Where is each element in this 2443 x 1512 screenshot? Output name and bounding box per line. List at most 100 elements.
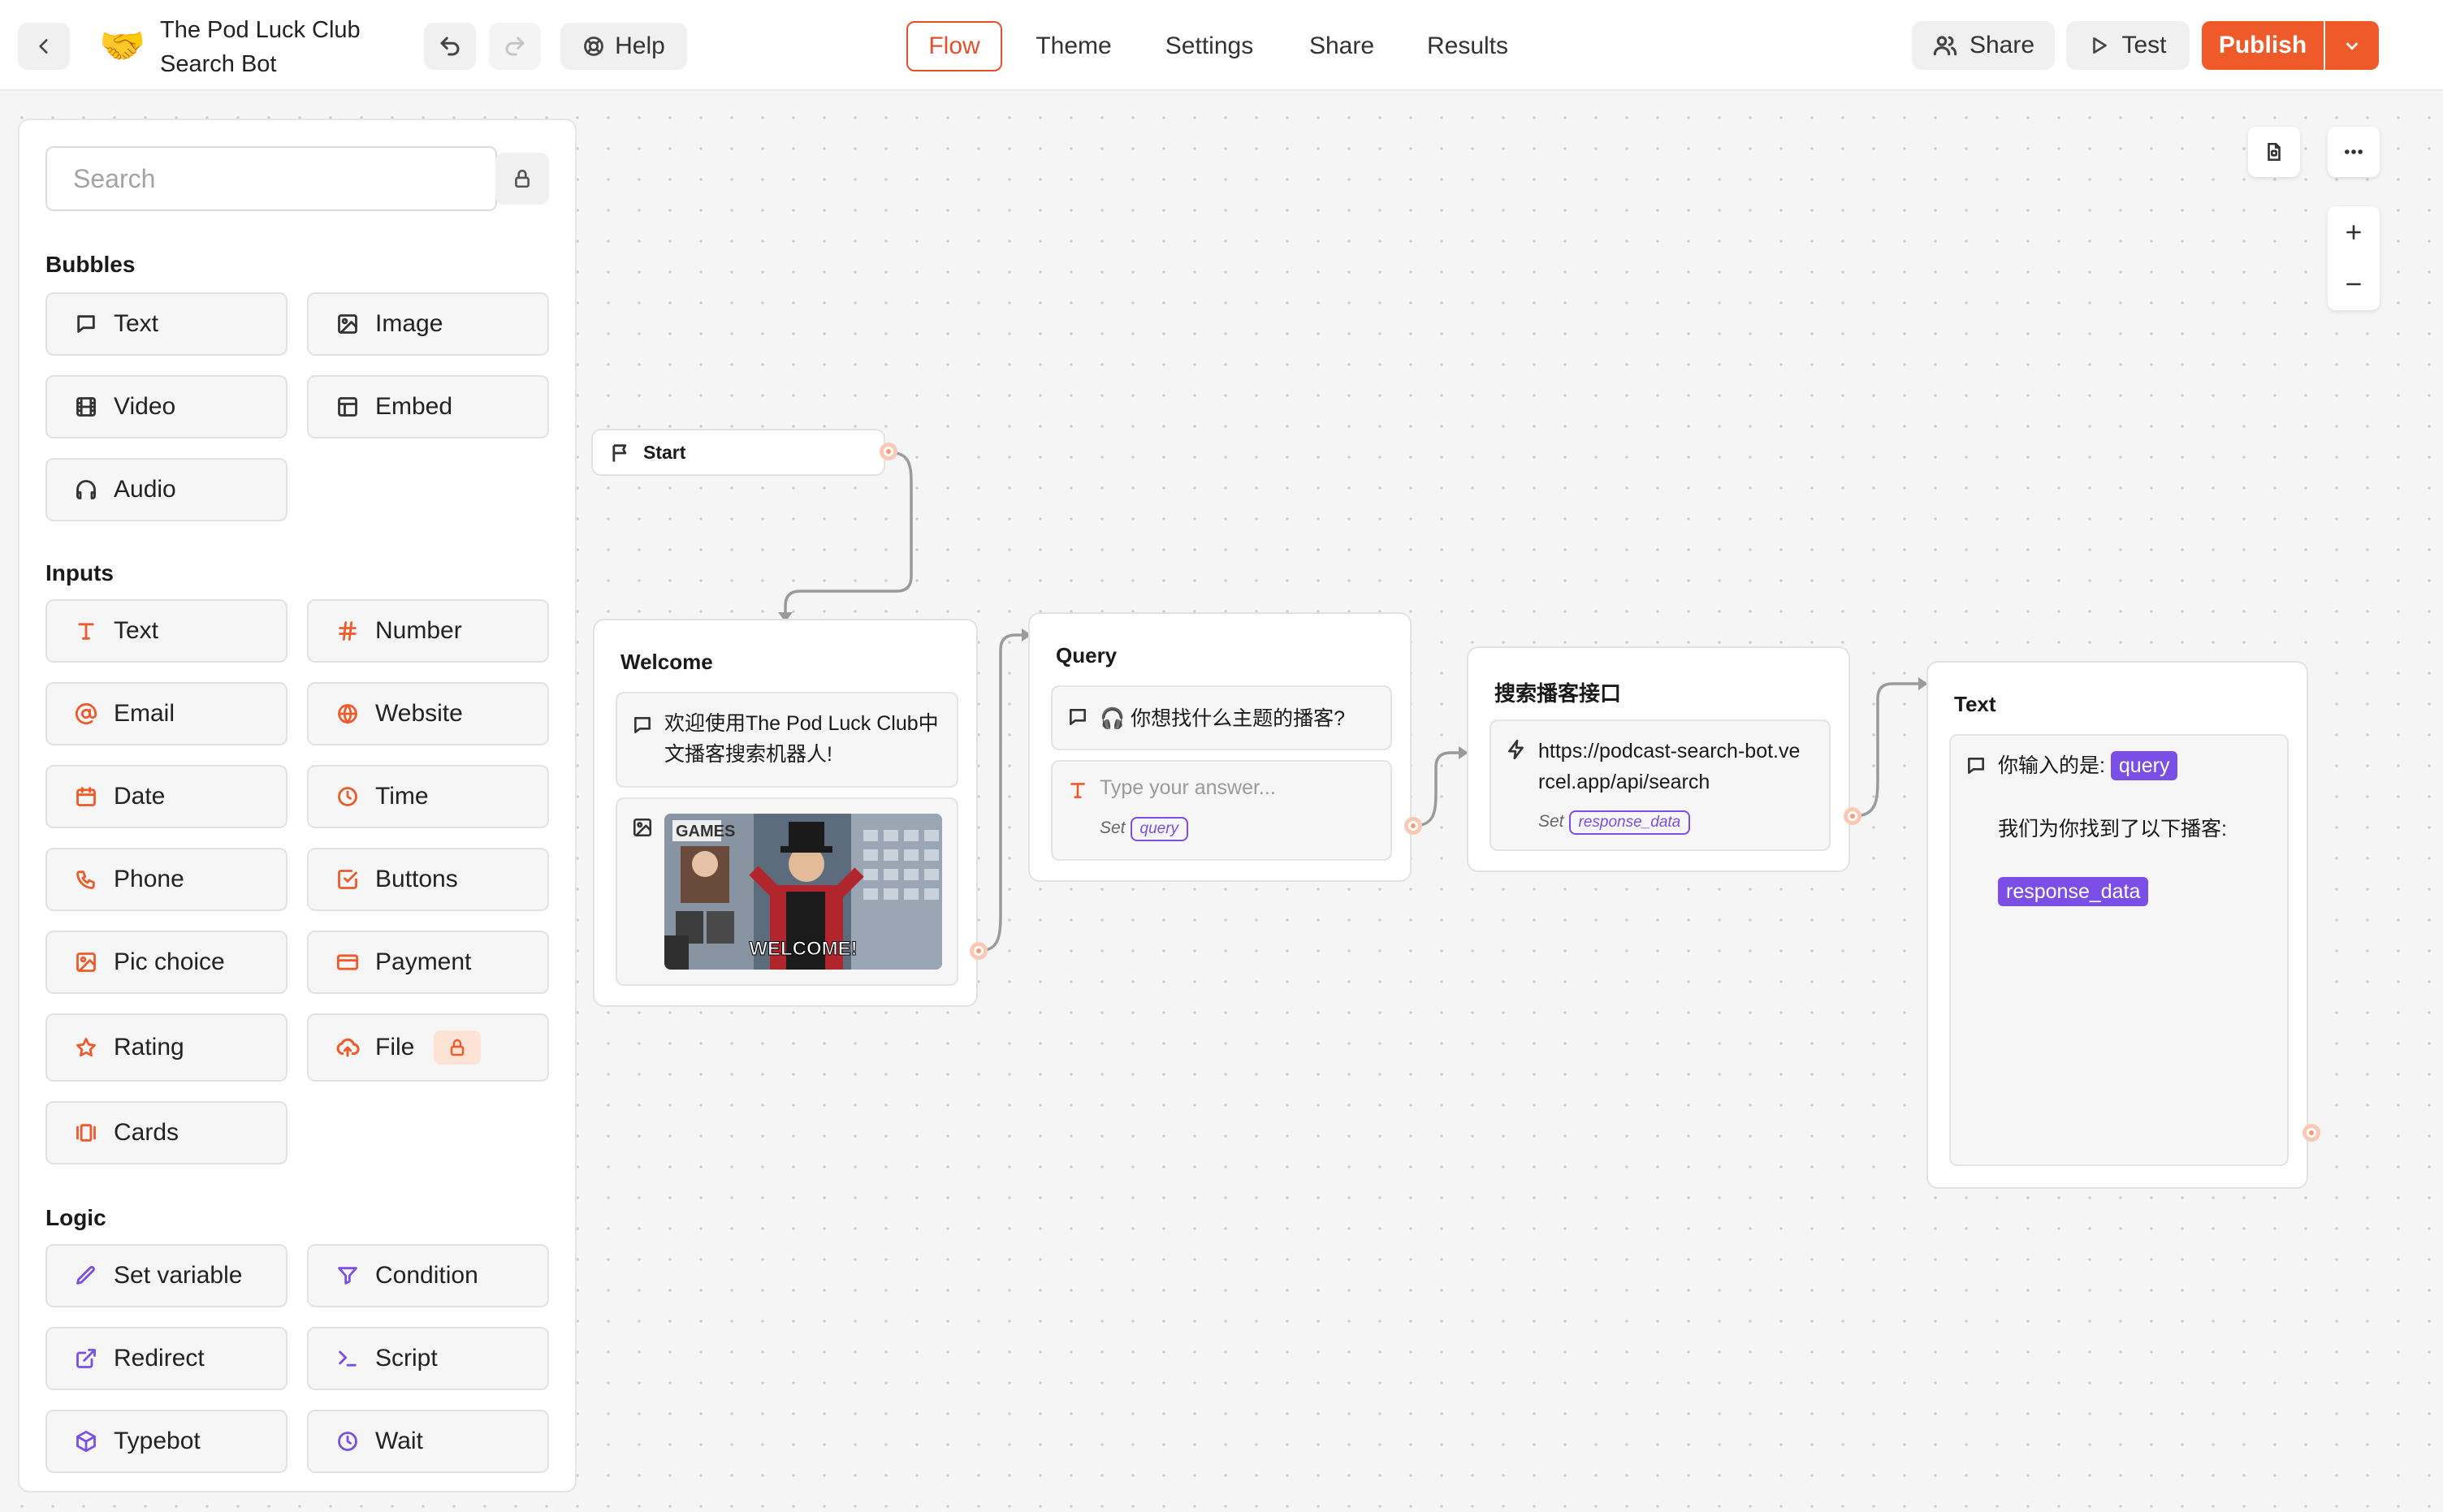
query-group[interactable]: Query 🎧 你想找什么主题的播客? Type your answer... … [1028, 612, 1412, 882]
block-input-phone[interactable]: Phone [45, 848, 288, 911]
set-label: Set [1100, 819, 1126, 837]
chat-bubble-icon [77, 315, 95, 333]
image-bubble-block[interactable]: GAMES WELCOME! [616, 797, 958, 986]
check-square-icon [338, 870, 357, 889]
edge-api-text [1852, 682, 1922, 818]
group-title: 搜索播客接口 [1494, 681, 1622, 706]
block-input-text[interactable]: Text [45, 599, 288, 663]
block-input-email[interactable]: Email [45, 682, 288, 745]
globe-icon [338, 704, 357, 724]
more-options-button[interactable] [2328, 127, 2380, 177]
block-logic-wait[interactable]: Wait [307, 1410, 549, 1473]
lock-icon [515, 169, 530, 188]
block-input-cards[interactable]: Cards [45, 1101, 288, 1164]
chat-bubble-icon [634, 717, 651, 733]
image-icon [76, 953, 96, 972]
block-input-file[interactable]: File [307, 1013, 549, 1082]
minus-icon [2346, 283, 2361, 286]
image-icon [633, 818, 652, 837]
zoom-controls [2328, 206, 2380, 310]
lock-sidebar-button[interactable] [495, 153, 549, 205]
block-bubble-video[interactable]: Video [45, 375, 288, 438]
api-output-port[interactable] [1844, 807, 1861, 825]
image-icon [338, 314, 357, 334]
block-input-date[interactable]: Date [45, 765, 288, 828]
group-title: Welcome [620, 650, 713, 674]
variable-tag: query [1130, 817, 1189, 841]
export-button[interactable] [2248, 127, 2300, 177]
plus-icon [2346, 225, 2361, 240]
block-logic-redirect[interactable]: Redirect [45, 1327, 288, 1390]
block-logic-condition[interactable]: Condition [307, 1244, 549, 1307]
block-label: Buttons [375, 866, 458, 892]
text-cursor-icon [1070, 783, 1085, 798]
blocks-sidebar: Bubbles Text Image Video Embed Audio Inp… [18, 119, 577, 1493]
text-bubble-block[interactable]: 欢迎使用The Pod Luck Club中文播客搜索机器人! [616, 692, 958, 788]
block-label: Pic choice [114, 948, 225, 975]
section-title-inputs: Inputs [45, 560, 114, 585]
block-label: Text [114, 617, 159, 644]
block-label: Image [375, 310, 443, 337]
edge-query-api [1412, 751, 1462, 827]
block-logic-script[interactable]: Script [307, 1327, 549, 1390]
bubble-line-1: 你输入的是: query [1998, 750, 2178, 781]
webhook-block[interactable]: https://podcast-search-bot.vercel.app/ap… [1490, 719, 1831, 851]
welcome-group[interactable]: Welcome 欢迎使用The Pod Luck Club中文播客搜索机器人! … [593, 619, 978, 1007]
block-label: Date [114, 783, 166, 810]
star-icon [76, 1038, 96, 1057]
block-input-buttons[interactable]: Buttons [307, 848, 549, 911]
block-input-rating[interactable]: Rating [45, 1013, 288, 1082]
block-input-pic-choice[interactable]: Pic choice [45, 931, 288, 994]
bubble-line-2: 我们为你找到了以下播客: [1998, 818, 2227, 840]
cards-icon [76, 1124, 96, 1142]
search-input[interactable] [45, 146, 497, 211]
api-group[interactable]: 搜索播客接口 https://podcast-search-bot.vercel… [1467, 646, 1850, 872]
film-icon [76, 397, 96, 417]
bubble-text: 🎧 你想找什么主题的播客? [1100, 707, 1345, 730]
block-input-time[interactable]: Time [307, 765, 549, 828]
variable-tag: response_data [1568, 810, 1691, 835]
block-logic-typebot[interactable]: Typebot [45, 1410, 288, 1473]
bubble-text: 欢迎使用The Pod Luck Club中文播客搜索机器人! [664, 712, 939, 766]
zoom-in-button[interactable] [2343, 206, 2364, 258]
block-logic-set-variable[interactable]: Set variable [45, 1244, 288, 1307]
chat-bubble-icon [1070, 709, 1086, 725]
welcome-gif-image: GAMES WELCOME! [664, 814, 942, 970]
clock-icon [338, 1432, 357, 1451]
block-input-payment[interactable]: Payment [307, 931, 549, 994]
welcome-output-port[interactable] [970, 942, 988, 960]
phone-icon [76, 870, 95, 889]
block-bubble-embed[interactable]: Embed [307, 375, 549, 438]
text-bubble-block[interactable]: 你输入的是: query 我们为你找到了以下播客: response_data [1949, 734, 2289, 1166]
chat-bubble-icon [1968, 758, 1984, 774]
block-label: Phone [114, 866, 184, 892]
text-output-port[interactable] [2302, 1124, 2320, 1142]
block-input-number[interactable]: Number [307, 599, 549, 663]
bubble-text: 你输入的是: [1998, 754, 2105, 777]
text-input-block[interactable]: Type your answer... Set query [1051, 760, 1392, 861]
block-label: Number [375, 617, 462, 644]
gif-sign-text: GAMES [676, 823, 735, 840]
start-node[interactable]: Start [591, 429, 885, 476]
block-label: File [375, 1034, 415, 1061]
credit-card-icon [336, 954, 359, 970]
block-label: Script [375, 1345, 438, 1372]
calendar-icon [76, 787, 96, 806]
clock-icon [338, 787, 357, 806]
block-bubble-text[interactable]: Text [45, 292, 288, 356]
block-label: Cards [114, 1119, 179, 1146]
text-bubble-block[interactable]: 🎧 你想找什么主题的播客? [1051, 685, 1392, 750]
gif-caption-text: WELCOME! [749, 938, 857, 960]
at-sign-icon [75, 703, 97, 725]
variable-chip: response_data [1998, 877, 2149, 906]
block-bubble-audio[interactable]: Audio [45, 458, 288, 521]
text-group[interactable]: Text 你输入的是: query 我们为你找到了以下播客: response_… [1926, 661, 2308, 1189]
box-icon [76, 1430, 96, 1453]
block-input-website[interactable]: Website [307, 682, 549, 745]
query-output-port[interactable] [1404, 817, 1422, 835]
group-title: Query [1056, 643, 1118, 667]
start-output-port[interactable] [880, 443, 897, 460]
block-bubble-image[interactable]: Image [307, 292, 549, 356]
zoom-out-button[interactable] [2343, 258, 2364, 310]
bubble-line-3: response_data [1998, 877, 2149, 906]
